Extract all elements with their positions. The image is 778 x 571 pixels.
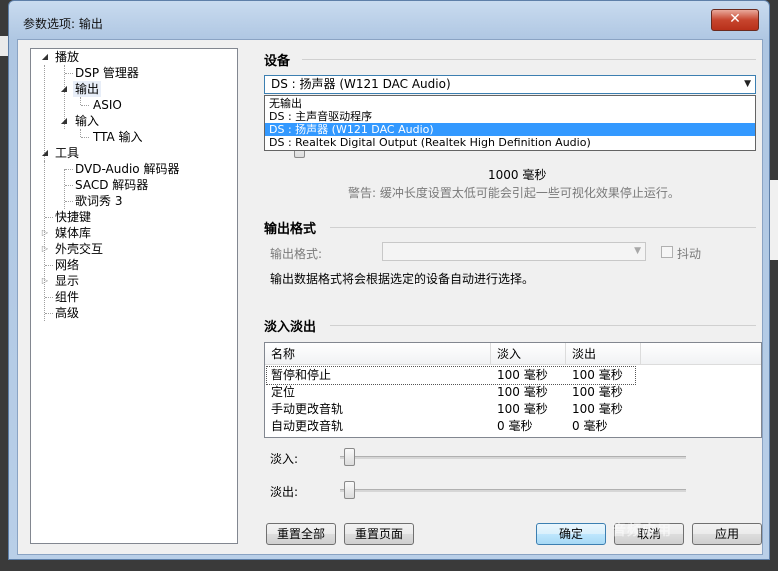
device-option-selected[interactable]: DS : 扬声器 (W121 DAC Audio): [265, 123, 755, 136]
cell-fade-out: 100 毫秒: [572, 368, 623, 382]
fade-out-slider-thumb[interactable]: [344, 481, 355, 499]
preferences-window: 参数选项: 输出 ✕ ◢ 播放 DSP 管理器 ◢ 输出 ASIO ◢ 输入 T…: [8, 0, 770, 560]
tree-guide: [65, 201, 73, 202]
section-divider: [330, 227, 756, 228]
fade-table[interactable]: 名称 淡入 淡出 暂停和停止 100 毫秒 100 毫秒 定位 100 毫秒 1…: [264, 342, 762, 438]
buffer-warning: 警告: 缓冲长度设置太低可能会引起一些可视化效果停止运行。: [348, 186, 680, 200]
tree-guide: [81, 137, 89, 138]
fade-section-title: 淡入淡出: [264, 320, 317, 335]
tree-item-label: 高级: [55, 306, 80, 320]
output-format-section-title: 输出格式: [264, 222, 317, 237]
tree-item-label: TTA 输入: [93, 130, 143, 144]
collapse-arrow-icon[interactable]: ▷: [40, 225, 50, 241]
cell-name: 定位: [271, 385, 296, 399]
device-section-title: 设备: [264, 54, 291, 69]
dither-checkbox[interactable]: [661, 246, 673, 258]
tree-guide: [45, 297, 53, 298]
cell-fade-in: 100 毫秒: [497, 368, 548, 382]
tree-item-label: 网络: [55, 258, 80, 272]
title-bar[interactable]: 参数选项: 输出 ✕: [9, 1, 769, 41]
expand-arrow-icon[interactable]: ◢: [40, 49, 50, 65]
fade-out-label: 淡出:: [270, 485, 299, 499]
cell-fade-out: 100 毫秒: [572, 385, 623, 399]
apply-button[interactable]: 应用: [692, 523, 762, 545]
tree-item-label: 歌词秀 3: [75, 194, 123, 208]
watermark-text: 音频应用: [612, 523, 672, 539]
fade-in-label: 淡入:: [270, 452, 299, 466]
close-icon: ✕: [729, 11, 741, 27]
ok-button[interactable]: 确定: [536, 523, 606, 545]
device-option[interactable]: 无输出: [265, 97, 755, 110]
tree-guide: [65, 73, 73, 74]
tree-guide: [45, 265, 53, 266]
device-dropdown-list[interactable]: 无输出 DS : 主声音驱动程序 DS : 扬声器 (W121 DAC Audi…: [264, 95, 756, 151]
device-option[interactable]: DS : Realtek Digital Output (Realtek Hig…: [265, 136, 755, 149]
tree-item-label: ASIO: [93, 98, 122, 112]
cell-fade-out: 100 毫秒: [572, 402, 623, 416]
device-option[interactable]: DS : 主声音驱动程序: [265, 110, 755, 123]
tree-item-label: 播放: [55, 50, 80, 64]
dialog-client-area: ◢ 播放 DSP 管理器 ◢ 输出 ASIO ◢ 输入 TTA 输入 ◢ 工具 …: [17, 39, 763, 555]
column-header-filler: [641, 343, 761, 365]
cell-fade-in: 100 毫秒: [497, 402, 548, 416]
expand-arrow-icon[interactable]: ◢: [59, 113, 69, 129]
column-header-name[interactable]: 名称: [265, 343, 491, 365]
collapse-arrow-icon[interactable]: ▷: [40, 273, 50, 289]
buffer-value: 1000 毫秒: [488, 168, 547, 182]
expand-arrow-icon[interactable]: ◢: [40, 145, 50, 161]
fade-out-slider-track[interactable]: [340, 489, 686, 492]
cell-fade-out: 0 毫秒: [572, 419, 608, 433]
tree-item-label: DVD-Audio 解码器: [75, 162, 180, 176]
cell-name: 手动更改音轨: [271, 402, 344, 416]
tree-item-label: 输出: [73, 81, 102, 97]
tree-item-label: SACD 解码器: [75, 178, 149, 192]
tree-item-label: 外壳交互: [55, 242, 104, 256]
fade-in-slider-track[interactable]: [340, 456, 686, 459]
background-window-edge: [0, 36, 8, 56]
tree-guide: [81, 105, 89, 106]
output-format-value: [383, 243, 389, 257]
fade-in-slider-thumb[interactable]: [344, 448, 355, 466]
dither-label: 抖动: [677, 247, 702, 261]
tree-item-label: 显示: [55, 274, 80, 288]
tree-item-label: 快捷键: [55, 210, 92, 224]
tree-guide: [80, 97, 81, 105]
cell-name: 自动更改音轨: [271, 419, 344, 433]
tree-guide: [64, 169, 65, 209]
expand-arrow-icon[interactable]: ◢: [59, 81, 69, 97]
cell-fade-in: 100 毫秒: [497, 385, 548, 399]
output-format-note: 输出数据格式将会根据选定的设备自动进行选择。: [270, 272, 535, 286]
tree-item-label: 组件: [55, 290, 80, 304]
device-select-value: DS : 扬声器 (W121 DAC Audio): [271, 77, 451, 91]
column-header-fade-out[interactable]: 淡出: [566, 343, 641, 365]
close-button[interactable]: ✕: [711, 9, 759, 31]
section-divider: [302, 59, 756, 60]
output-format-label: 输出格式:: [270, 247, 323, 261]
section-divider: [330, 325, 756, 326]
reset-page-button[interactable]: 重置页面: [344, 523, 414, 545]
tree-guide: [45, 313, 53, 314]
tree-guide: [65, 185, 73, 186]
cell-name: 暂停和停止: [271, 368, 332, 382]
collapse-arrow-icon[interactable]: ▷: [40, 241, 50, 257]
tree-guide: [45, 217, 53, 218]
chevron-down-icon: ▼: [634, 246, 641, 256]
tree-item-label: 媒体库: [55, 226, 92, 240]
chevron-down-icon: ▼: [744, 79, 751, 89]
tree-guide: [80, 129, 81, 137]
cell-fade-in: 0 毫秒: [497, 419, 533, 433]
preferences-tree[interactable]: ◢ 播放 DSP 管理器 ◢ 输出 ASIO ◢ 输入 TTA 输入 ◢ 工具 …: [30, 48, 238, 544]
tree-item-label: 工具: [55, 146, 80, 160]
tree-item-label: 输入: [75, 114, 100, 128]
tree-guide: [65, 169, 73, 170]
reset-all-button[interactable]: 重置全部: [266, 523, 336, 545]
device-select[interactable]: DS : 扬声器 (W121 DAC Audio) ▼: [264, 75, 756, 94]
output-format-select[interactable]: ▼: [382, 242, 646, 261]
window-title: 参数选项: 输出: [23, 17, 103, 31]
column-header-fade-in[interactable]: 淡入: [491, 343, 566, 365]
tree-item-label: DSP 管理器: [75, 66, 139, 80]
